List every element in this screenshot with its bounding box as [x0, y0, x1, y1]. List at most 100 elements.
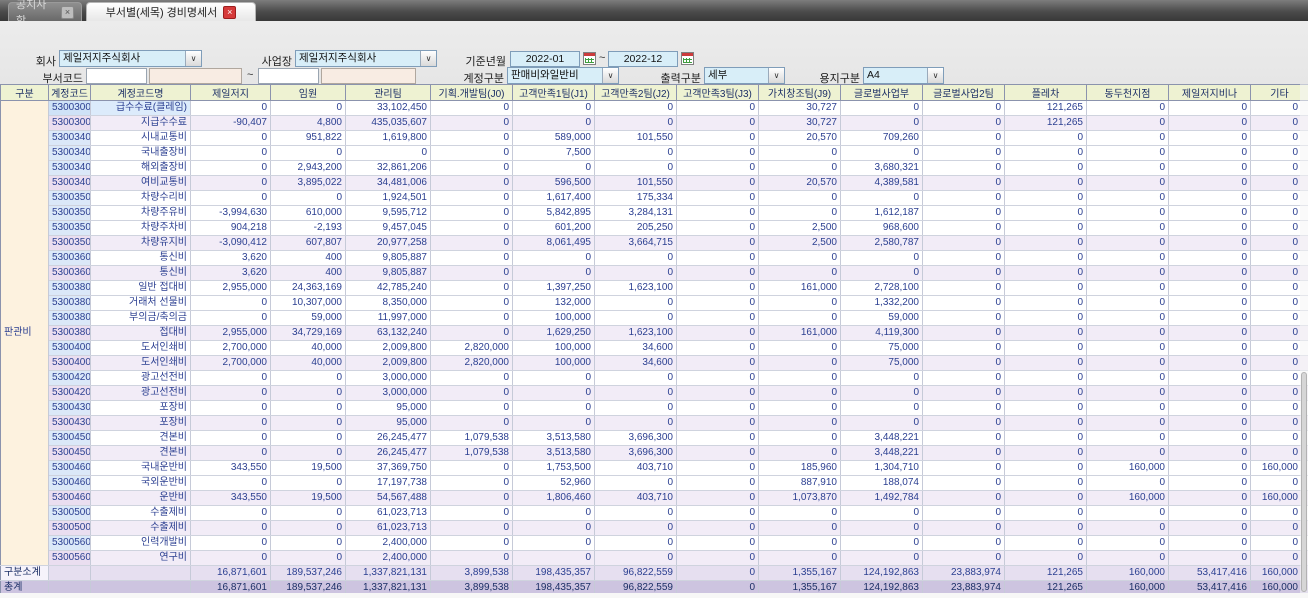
amount-cell[interactable]: 0: [1168, 310, 1251, 326]
amount-cell[interactable]: 0: [1004, 430, 1087, 446]
amount-cell[interactable]: 0: [1004, 265, 1087, 281]
amount-cell[interactable]: 2,500: [758, 220, 841, 236]
amount-cell[interactable]: 1,924,501: [345, 190, 431, 206]
amount-cell[interactable]: 0: [676, 385, 759, 401]
amount-cell[interactable]: 0: [190, 505, 271, 521]
amount-cell[interactable]: 0: [1004, 325, 1087, 341]
amount-cell[interactable]: 0: [430, 175, 513, 191]
account-code-cell[interactable]: 53003402: [48, 145, 91, 161]
amount-cell[interactable]: 24,363,169: [270, 280, 346, 296]
amount-cell[interactable]: 30,727: [758, 115, 841, 131]
amount-cell[interactable]: 0: [758, 265, 841, 281]
amount-cell[interactable]: 400: [270, 265, 346, 281]
account-code-cell[interactable]: 53004602: [48, 475, 91, 491]
amount-cell[interactable]: 1,623,100: [594, 325, 677, 341]
amount-cell[interactable]: 0: [190, 475, 271, 491]
table-row[interactable]: 53003501차량수리비001,924,50101,617,400175,33…: [0, 190, 1308, 206]
account-name-cell[interactable]: 국외운반비: [90, 475, 191, 491]
account-name-cell[interactable]: 통신비: [90, 250, 191, 266]
amount-cell[interactable]: 0: [430, 235, 513, 251]
amount-cell[interactable]: 0: [190, 550, 271, 566]
amount-cell[interactable]: 0: [676, 460, 759, 476]
amount-cell[interactable]: 34,729,169: [270, 325, 346, 341]
table-row[interactable]: 53004300포장비0095,00000000000000: [0, 415, 1308, 431]
amount-cell[interactable]: 0: [190, 190, 271, 206]
amount-cell[interactable]: 0: [1004, 550, 1087, 566]
amount-cell[interactable]: 0: [840, 385, 923, 401]
amount-cell[interactable]: 0: [594, 535, 677, 551]
account-name-cell[interactable]: 인력개발비: [90, 535, 191, 551]
amount-cell[interactable]: 0: [922, 145, 1005, 161]
account-name-cell[interactable]: 운반비: [90, 490, 191, 506]
amount-cell[interactable]: 0: [190, 370, 271, 386]
amount-cell[interactable]: 0: [1086, 325, 1169, 341]
amount-cell[interactable]: 11,997,000: [345, 310, 431, 326]
table-row[interactable]: 53004602국외운반비0017,197,738052,96000887,91…: [0, 475, 1308, 491]
amount-cell[interactable]: 2,009,800: [345, 340, 431, 356]
paper-type-select[interactable]: A4 ∨: [863, 67, 944, 84]
amount-cell[interactable]: 96,822,559: [594, 565, 677, 581]
row-label-cell[interactable]: 구분소계: [0, 565, 49, 581]
amount-cell[interactable]: 101,550: [594, 130, 677, 146]
amount-cell[interactable]: 0: [758, 205, 841, 221]
amount-cell[interactable]: 0: [676, 415, 759, 431]
amount-cell[interactable]: 0: [922, 280, 1005, 296]
amount-cell[interactable]: 20,570: [758, 175, 841, 191]
amount-cell[interactable]: 0: [430, 310, 513, 326]
amount-cell[interactable]: 3,284,131: [594, 205, 677, 221]
amount-cell[interactable]: 0: [758, 550, 841, 566]
amount-cell[interactable]: 0: [922, 235, 1005, 251]
amount-cell[interactable]: 709,260: [840, 130, 923, 146]
amount-cell[interactable]: 5,842,895: [512, 205, 595, 221]
amount-cell[interactable]: 0: [1004, 220, 1087, 236]
amount-cell[interactable]: 121,265: [1004, 115, 1087, 131]
amount-cell[interactable]: 0: [922, 130, 1005, 146]
amount-cell[interactable]: 0: [676, 505, 759, 521]
amount-cell[interactable]: 0: [922, 220, 1005, 236]
amount-cell[interactable]: 0: [1086, 175, 1169, 191]
amount-cell[interactable]: 0: [676, 265, 759, 281]
amount-cell[interactable]: 0: [190, 295, 271, 311]
amount-cell[interactable]: 0: [270, 445, 346, 461]
account-name-cell[interactable]: 거래처 선물비: [90, 295, 191, 311]
amount-cell[interactable]: 0: [922, 265, 1005, 281]
amount-cell[interactable]: 0: [840, 535, 923, 551]
amount-cell[interactable]: 2,955,000: [190, 325, 271, 341]
amount-cell[interactable]: 0: [1086, 145, 1169, 161]
amount-cell[interactable]: 0: [512, 550, 595, 566]
amount-cell[interactable]: 3,513,580: [512, 445, 595, 461]
amount-cell[interactable]: 0: [430, 400, 513, 416]
amount-cell[interactable]: 0: [594, 415, 677, 431]
amount-cell[interactable]: 0: [1168, 430, 1251, 446]
amount-cell[interactable]: 0: [922, 415, 1005, 431]
amount-cell[interactable]: 2,943,200: [270, 160, 346, 176]
amount-cell[interactable]: 601,200: [512, 220, 595, 236]
amount-cell[interactable]: 0: [430, 190, 513, 206]
column-header[interactable]: 글로벌사업2팀: [922, 84, 1005, 101]
account-code-cell[interactable]: 53005600: [48, 550, 91, 566]
account-name-cell[interactable]: 도서인쇄비: [90, 355, 191, 371]
table-row[interactable]: 53003802거래처 선물비010,307,0008,350,0000132,…: [0, 295, 1308, 311]
amount-cell[interactable]: 0: [1168, 220, 1251, 236]
amount-cell[interactable]: 0: [512, 250, 595, 266]
amount-cell[interactable]: 1,492,784: [840, 490, 923, 506]
amount-cell[interactable]: 0: [1168, 385, 1251, 401]
account-name-cell[interactable]: 급수수료(클레임): [90, 100, 191, 116]
amount-cell[interactable]: 0: [1168, 325, 1251, 341]
amount-cell[interactable]: 0: [190, 385, 271, 401]
table-row[interactable]: 53004500견본비0026,245,4771,079,5383,513,58…: [0, 445, 1308, 461]
amount-cell[interactable]: 0: [676, 160, 759, 176]
amount-cell[interactable]: 0: [270, 100, 346, 116]
account-code-cell[interactable]: 53003503: [48, 220, 91, 236]
amount-cell[interactable]: 0: [758, 520, 841, 536]
amount-cell[interactable]: 121,265: [1004, 565, 1087, 581]
amount-cell[interactable]: 0: [430, 385, 513, 401]
amount-cell[interactable]: 1,304,710: [840, 460, 923, 476]
amount-cell[interactable]: 1,079,538: [430, 445, 513, 461]
amount-cell[interactable]: 0: [1168, 475, 1251, 491]
amount-cell[interactable]: 0: [1168, 535, 1251, 551]
amount-cell[interactable]: 2,009,800: [345, 355, 431, 371]
column-header[interactable]: 고객만족2팀(J2): [594, 84, 677, 101]
amount-cell[interactable]: 0: [1168, 235, 1251, 251]
amount-cell[interactable]: 0: [190, 100, 271, 116]
